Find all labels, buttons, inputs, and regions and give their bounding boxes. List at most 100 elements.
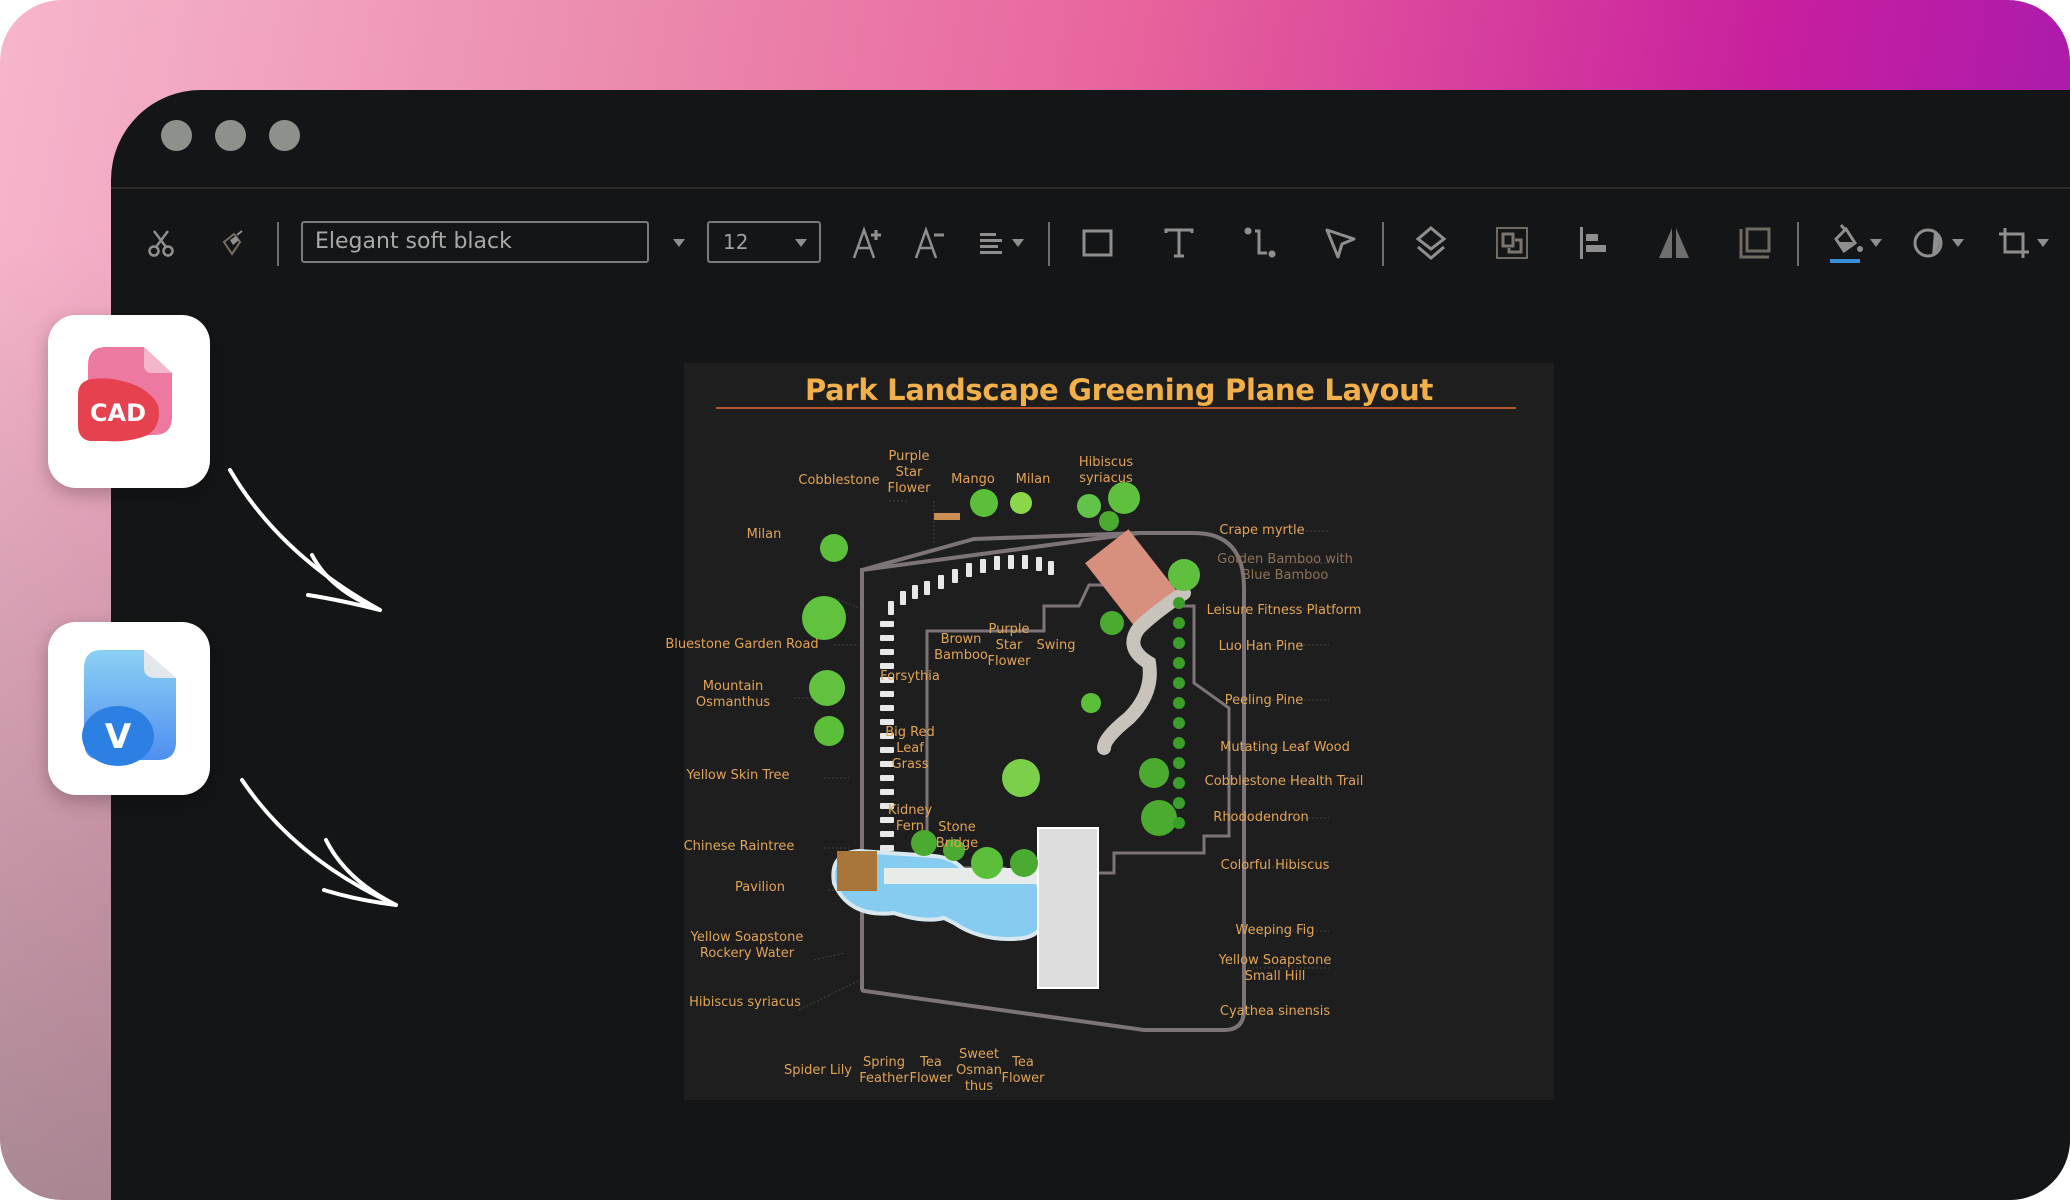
import-arrow-icon (228, 468, 382, 612)
text-tool-button[interactable] (1157, 212, 1201, 274)
label-cyathea-sinensis: Cyathea sinensis (1219, 1004, 1331, 1019)
label-cobblestone-health-trail: Cobblestone Health Trail (1204, 774, 1364, 789)
label-hibiscus-syriacus-bottom: Hibiscus syriacus (689, 995, 801, 1010)
caret-down-icon (1012, 239, 1024, 247)
bench (934, 513, 960, 520)
font-size-value: 12 (723, 230, 749, 254)
visio-file-card[interactable]: V (48, 622, 210, 795)
label-tea-flower-2: Tea Flower (1001, 1055, 1045, 1086)
toolbar: Elegant soft black 12 (111, 212, 2070, 274)
caret-down-icon (2037, 239, 2049, 247)
group-button[interactable] (1490, 212, 1534, 274)
align-left-icon (980, 233, 1002, 254)
shape-style-button[interactable] (1906, 212, 1970, 274)
rectangle-icon (1082, 229, 1113, 257)
label-stone-bridge: Stone Bridge (935, 820, 979, 851)
label-big-red-leaf-grass: Big Red Leaf Grass (885, 725, 935, 772)
label-milan-left: Milan (746, 527, 782, 542)
label-kidney-fern: Kidney Fern (887, 803, 933, 834)
caret-down-icon (1870, 239, 1882, 247)
rectangle-tool-button[interactable] (1076, 212, 1120, 274)
cad-file-card[interactable]: CAD (48, 315, 210, 488)
window-minimize-button[interactable] (215, 120, 246, 151)
label-spider-lily: Spider Lily (783, 1063, 853, 1078)
pavilion (837, 851, 877, 891)
label-purple-star-flower: Purple Star Flower (887, 449, 931, 496)
label-luo-han-pine: Luo Han Pine (1218, 639, 1304, 654)
toolbar-separator (1797, 222, 1799, 266)
label-cobblestone: Cobblestone (798, 473, 880, 488)
label-milan: Milan (1015, 472, 1051, 487)
label-leisure-fitness-platform: Leisure Fitness Platform (1206, 603, 1362, 618)
label-chinese-raintree: Chinese Raintree (683, 839, 795, 854)
label-mountain-osmanthus: Mountain Osmanthus (695, 679, 771, 710)
caret-down-icon (673, 239, 685, 247)
caret-down-icon (1952, 239, 1964, 247)
visio-file-icon: V (82, 650, 176, 766)
font-family-select[interactable]: Elegant soft black (301, 221, 649, 263)
align-objects-button[interactable] (1571, 212, 1615, 274)
paint-bucket-icon (1834, 224, 1863, 254)
caret-down-icon (795, 239, 807, 247)
text-icon (1164, 228, 1194, 258)
increase-font-button[interactable] (846, 212, 890, 274)
label-crape-myrtle: Crape myrtle (1219, 523, 1305, 538)
connector-icon (1244, 227, 1276, 258)
label-weeping-fig: Weeping Fig (1235, 923, 1315, 938)
cut-button[interactable] (141, 212, 181, 274)
text-align-button[interactable] (973, 212, 1029, 274)
connector-tool-button[interactable] (1238, 212, 1282, 274)
label-golden-bamboo: Golden Bamboo with Blue Bamboo (1217, 552, 1353, 583)
import-arrow-icon (240, 778, 398, 907)
align-objects-icon (1580, 227, 1606, 259)
label-mutating-leaf-wood: Mutating Leaf Wood (1220, 740, 1350, 755)
scissors-icon (148, 230, 174, 257)
label-swing: Swing (1036, 638, 1076, 653)
decrease-font-button[interactable] (908, 212, 952, 274)
font-increase-icon (852, 226, 881, 259)
font-family-dropdown-button[interactable] (667, 212, 691, 274)
fill-color-swatch (1830, 259, 1860, 263)
arrange-button[interactable] (1733, 212, 1777, 274)
label-bluestone-garden-road: Bluestone Garden Road (665, 637, 819, 652)
label-peeling-pine: Peeling Pine (1224, 693, 1304, 708)
label-yellow-skin-tree: Yellow Skin Tree (686, 768, 790, 783)
window-maximize-button[interactable] (269, 120, 300, 151)
fill-color-picker (1830, 223, 1864, 263)
label-spring-feather: Spring Feather (859, 1055, 909, 1086)
building (1037, 827, 1099, 989)
label-colorful-hibiscus: Colorful Hibiscus (1220, 858, 1330, 873)
cad-file-icon: CAD (78, 347, 172, 442)
layers-icon (1415, 226, 1447, 260)
toolbar-separator (1382, 222, 1384, 266)
label-hibiscus-syriacus: Hibiscus syriacus (1078, 455, 1134, 486)
titlebar-divider (111, 187, 2070, 189)
fill-color-button[interactable] (1823, 212, 1889, 274)
font-size-select[interactable]: 12 (707, 221, 821, 263)
crop-button[interactable] (1991, 212, 2055, 274)
visio-label: V (105, 717, 132, 757)
layers-button[interactable] (1409, 212, 1453, 274)
arrange-icon (1739, 227, 1771, 259)
label-brown-bamboo: Brown Bamboo (934, 632, 988, 663)
format-painter-button[interactable] (213, 212, 253, 274)
label-pavilion: Pavilion (735, 880, 785, 895)
font-decrease-icon (914, 226, 944, 259)
pines (1173, 597, 1185, 829)
toolbar-separator (1048, 222, 1050, 266)
label-rhododendron: Rhododendron (1213, 810, 1309, 825)
toolbar-separator (277, 222, 279, 266)
label-yellow-soapstone-rockery-water: Yellow Soapstone Rockery Water (690, 930, 804, 961)
label-yellow-soapstone-small-hill: Yellow Soapstone Small Hill (1218, 953, 1332, 984)
pointer-tool-button[interactable] (1319, 212, 1363, 274)
diagram-canvas[interactable]: Park Landscape Greening Plane Layout Cob… (665, 363, 1554, 1100)
crop-icon (1999, 228, 2029, 258)
brush-icon (222, 230, 243, 256)
flip-button[interactable] (1652, 212, 1696, 274)
label-mango: Mango (951, 472, 995, 487)
window-close-button[interactable] (161, 120, 192, 151)
flip-icon (1659, 228, 1689, 258)
cursor-icon (1325, 228, 1356, 259)
label-forsythia: Forsythia (880, 669, 940, 684)
cad-label: CAD (90, 399, 146, 427)
